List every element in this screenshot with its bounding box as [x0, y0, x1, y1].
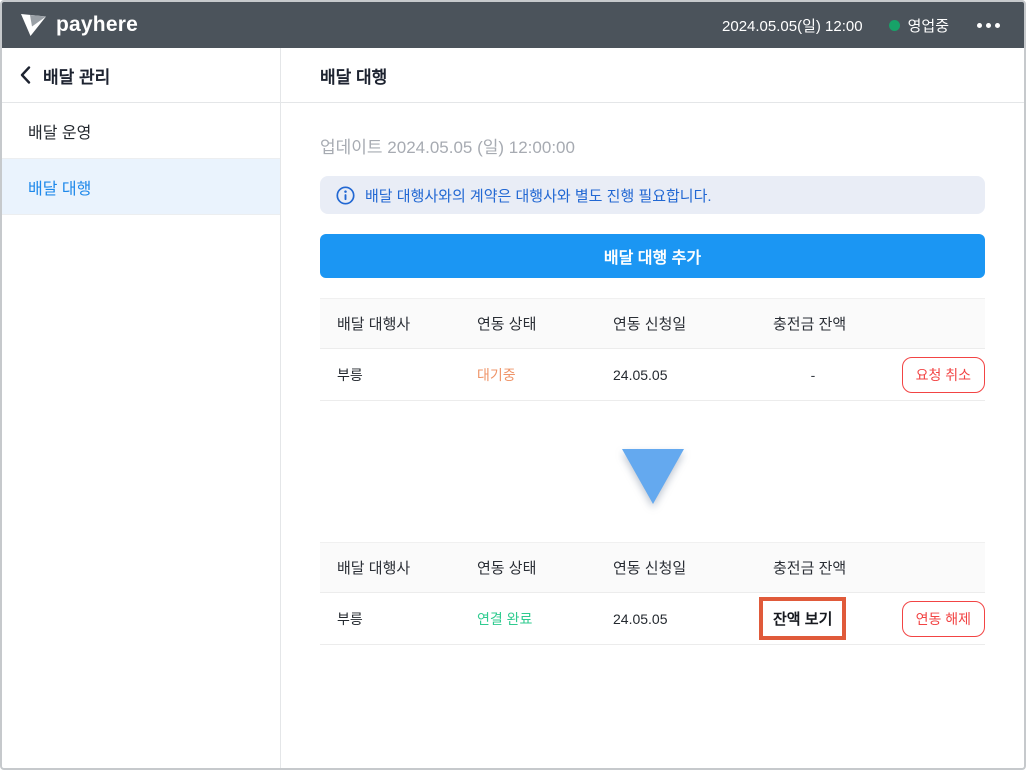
- notice-text: 배달 대행사와의 계약은 대행사와 별도 진행 필요합니다.: [365, 187, 712, 205]
- page-title: 배달 대행: [320, 67, 388, 87]
- down-triangle-icon: [621, 449, 684, 504]
- table-row: 부릉 대기중 24.05.05 - 요청 취소: [320, 349, 985, 401]
- store-status-badge: 영업중: [888, 15, 949, 36]
- cancel-request-button[interactable]: 요청 취소: [901, 356, 985, 393]
- balance-value: -: [810, 366, 816, 383]
- col-header-agency: 배달 대행사: [337, 560, 411, 577]
- request-date: 24.05.05: [613, 366, 668, 383]
- balance-cell: -: [773, 367, 902, 383]
- status-badge: 연결 완료: [477, 610, 533, 627]
- agency-table-connected: 배달 대행사 연동 상태 연동 신청일 충전금 잔액 부릉 연결 완료 24.0…: [320, 542, 985, 645]
- balance-cell: 잔액 보기: [759, 597, 902, 640]
- info-icon: [336, 185, 355, 205]
- table-row: 부릉 연결 완료 24.05.05 잔액 보기 연동 해제: [320, 593, 985, 645]
- payhere-logo-icon: [20, 13, 47, 38]
- col-header-balance: 충전금 잔액: [773, 316, 847, 333]
- brand: payhere: [20, 13, 138, 38]
- main-content: 업데이트 2024.05.05 (일) 12:00:00 배달 대행사와의 계약…: [281, 103, 1024, 645]
- col-header-status: 연동 상태: [477, 560, 537, 577]
- updated-timestamp: 업데이트 2024.05.05 (일) 12:00:00: [320, 138, 575, 157]
- topbar: payhere 2024.05.05(일) 12:00 영업중: [2, 2, 1024, 48]
- sidebar-item-delivery-operation[interactable]: 배달 운영: [2, 103, 280, 159]
- disconnect-button[interactable]: 연동 해제: [901, 600, 985, 637]
- request-date: 24.05.05: [613, 610, 668, 627]
- sidebar-title: 배달 관리: [43, 67, 111, 87]
- col-header-request-date: 연동 신청일: [613, 560, 687, 577]
- flow-arrow: [320, 449, 985, 504]
- agency-name: 부릉: [337, 610, 363, 627]
- sidebar: 배달 관리 배달 운영 배달 대행: [2, 48, 281, 768]
- app-window: payhere 2024.05.05(일) 12:00 영업중 배달 관리 배달…: [0, 0, 1026, 770]
- agency-table-pending: 배달 대행사 연동 상태 연동 신청일 충전금 잔액 부릉 대기중 24.05.…: [320, 298, 985, 401]
- col-header-agency: 배달 대행사: [337, 316, 411, 333]
- main-panel: 배달 대행 업데이트 2024.05.05 (일) 12:00:00 배달 대행…: [281, 48, 1024, 768]
- chevron-left-icon[interactable]: [20, 66, 31, 84]
- col-header-request-date: 연동 신청일: [613, 316, 687, 333]
- view-balance-button-highlighted[interactable]: 잔액 보기: [759, 597, 847, 640]
- table-header-row: 배달 대행사 연동 상태 연동 신청일 충전금 잔액: [320, 543, 985, 593]
- notice-banner: 배달 대행사와의 계약은 대행사와 별도 진행 필요합니다.: [320, 176, 985, 214]
- brand-name: payhere: [56, 13, 138, 36]
- status-badge: 대기중: [477, 366, 516, 383]
- topbar-right: 2024.05.05(일) 12:00 영업중: [722, 15, 1002, 36]
- col-header-status: 연동 상태: [477, 316, 537, 333]
- ellipsis-menu-icon[interactable]: [975, 19, 1002, 32]
- sidebar-header: 배달 관리: [2, 48, 280, 103]
- datetime-label: 2024.05.05(일) 12:00: [722, 17, 863, 35]
- table-header-row: 배달 대행사 연동 상태 연동 신청일 충전금 잔액: [320, 299, 985, 349]
- add-agency-button[interactable]: 배달 대행 추가: [320, 234, 985, 278]
- sidebar-item-delivery-agency[interactable]: 배달 대행: [2, 159, 280, 215]
- open-status-dot-icon: [888, 19, 900, 31]
- store-status-label: 영업중: [907, 17, 949, 35]
- agency-name: 부릉: [337, 366, 363, 383]
- main-header: 배달 대행: [281, 48, 1024, 103]
- col-header-balance: 충전금 잔액: [773, 560, 847, 577]
